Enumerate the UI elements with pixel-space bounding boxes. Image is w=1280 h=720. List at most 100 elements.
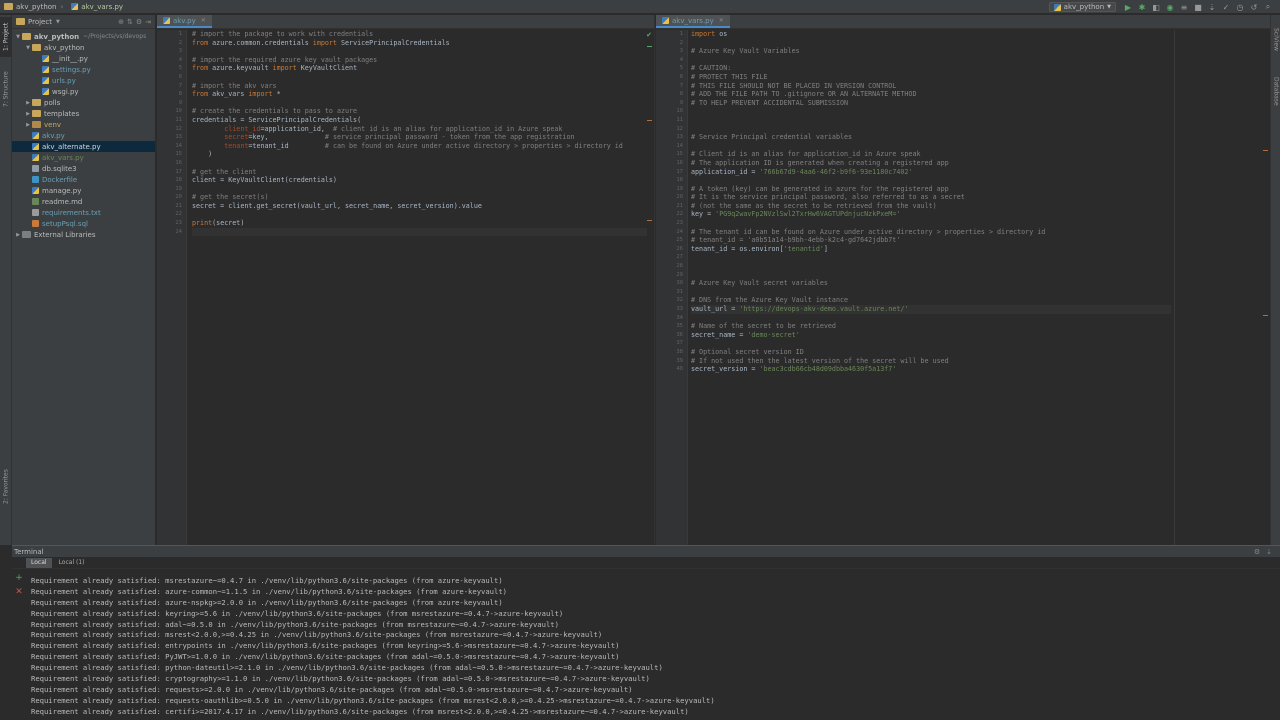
- tree-item[interactable]: ▼ akv_python: [12, 42, 155, 53]
- line-number: 21: [175, 202, 182, 209]
- line-number: 22: [175, 211, 182, 218]
- chevron-right-icon[interactable]: ▶: [24, 111, 32, 117]
- line-number: 19: [676, 185, 683, 192]
- code-token: # PROTECT THIS FILE: [691, 72, 768, 81]
- vcs-update-icon[interactable]: ⇣: [1206, 1, 1218, 13]
- terminal-tab-local-1[interactable]: Local (1): [54, 558, 90, 568]
- code-area[interactable]: import os # Azure Key Vault Variables # CA…: [691, 30, 1171, 374]
- hide-icon[interactable]: ⇥: [145, 18, 151, 26]
- line-number: 17: [175, 168, 182, 175]
- chevron-down-icon[interactable]: ▼: [14, 34, 22, 40]
- chevron-down-icon[interactable]: ▼: [24, 45, 32, 51]
- stop-icon[interactable]: ■: [1192, 1, 1204, 13]
- tree-item[interactable]: akv.py: [12, 130, 155, 141]
- code-area[interactable]: # import the package to work with creden…: [192, 30, 647, 237]
- folder-icon: [32, 99, 41, 106]
- collapse-all-icon[interactable]: ⇅: [127, 18, 133, 26]
- terminal-line: Requirement already satisfied: msrest<2.…: [31, 630, 603, 640]
- tree-item[interactable]: wsgi.py: [12, 86, 155, 97]
- code-line: application_id = '766b67d9-4aa6-46f2-b9f…: [691, 168, 1171, 177]
- tool-tab-sciview[interactable]: SciView: [1271, 23, 1280, 57]
- line-number: 32: [676, 297, 683, 304]
- tool-tab-database[interactable]: Database: [1271, 71, 1280, 111]
- tree-item[interactable]: db.sqlite3: [12, 163, 155, 174]
- line-number: 38: [676, 348, 683, 355]
- gear-icon[interactable]: ⚙: [136, 18, 142, 26]
- close-icon[interactable]: ✕: [201, 17, 206, 24]
- tree-item-label: akv_alternate.py: [42, 142, 101, 151]
- terminal-title: Terminal: [14, 547, 44, 556]
- tree-item[interactable]: ▶ polls: [12, 97, 155, 108]
- line-number: 19: [175, 185, 182, 192]
- tree-item[interactable]: settings.py: [12, 64, 155, 75]
- line-number: 9: [178, 99, 182, 106]
- chevron-down-icon[interactable]: ▼: [56, 19, 60, 25]
- tree-item[interactable]: setupPsql.sql: [12, 218, 155, 229]
- scroll-from-source-icon[interactable]: ⊕: [118, 18, 124, 26]
- chevron-right-icon[interactable]: ▶: [14, 232, 22, 238]
- warning-marker: [647, 120, 652, 121]
- tree-item[interactable]: ▶ venv: [12, 119, 155, 130]
- line-number: 14: [175, 142, 182, 149]
- breadcrumb-project[interactable]: akv_python ›: [0, 0, 67, 14]
- tree-item[interactable]: __init__.py: [12, 53, 155, 64]
- code-line: # Azure Key Vault secret variables: [691, 279, 1171, 288]
- tree-item[interactable]: manage.py: [12, 185, 155, 196]
- profile-icon[interactable]: ◉: [1164, 1, 1176, 13]
- terminal-output[interactable]: Requirement already satisfied: msrestazu…: [31, 576, 715, 718]
- tree-item[interactable]: akv_alternate.py: [12, 141, 155, 152]
- tree-item[interactable]: urls.py: [12, 75, 155, 86]
- tree-item[interactable]: readme.md: [12, 196, 155, 207]
- code-token: import: [691, 30, 720, 38]
- code-line: client_id=application_id, # client id is…: [192, 125, 647, 134]
- code-token: ServicePrincipalCredentials: [340, 38, 450, 47]
- tool-tab-project[interactable]: 1: Project: [0, 17, 12, 57]
- plus-icon[interactable]: +: [15, 573, 23, 583]
- play-icon[interactable]: ▶: [1122, 1, 1134, 13]
- tree-item[interactable]: ▼ akv_python ~/Projects/vs/devops: [12, 31, 155, 42]
- search-everywhere-icon[interactable]: ⌕: [1262, 1, 1274, 13]
- error-stripe[interactable]: [646, 30, 654, 545]
- tree-item[interactable]: ▶ External Libraries: [12, 229, 155, 240]
- code-token: # The tenant id can be found on Azure un…: [691, 227, 1046, 236]
- chevron-right-icon[interactable]: ▶: [24, 100, 32, 106]
- tree-item[interactable]: requirements.txt: [12, 207, 155, 218]
- code-token: KeyVaultClient: [300, 64, 358, 73]
- code-line: tenant_id = os.environ['tenantid']: [691, 245, 1171, 254]
- run-configuration-select[interactable]: akv_python ▼: [1048, 2, 1116, 12]
- vcs-commit-icon[interactable]: ✓: [1220, 1, 1232, 13]
- close-icon[interactable]: ✕: [15, 587, 23, 597]
- line-number: 24: [676, 228, 683, 235]
- code-token: # If not used then the latest version of…: [691, 356, 949, 365]
- code-line: key = 'PG9q2wavFp2NVzlSwl2TxrHw6VAGTUPdn…: [691, 210, 1171, 219]
- terminal-line: Requirement already satisfied: cryptogra…: [31, 674, 650, 684]
- bug-icon[interactable]: ✱: [1136, 1, 1148, 13]
- hide-icon[interactable]: ⇣: [1266, 548, 1272, 556]
- line-number: 20: [175, 194, 182, 201]
- gear-icon[interactable]: ⚙: [1254, 548, 1260, 556]
- editor-tab[interactable]: akv_vars.py ✕: [656, 15, 730, 28]
- breadcrumb-file[interactable]: akv_vars.py: [67, 0, 127, 14]
- coverage-icon[interactable]: ◧: [1150, 1, 1162, 13]
- tree-item[interactable]: ▶ templates: [12, 108, 155, 119]
- code-token: import: [272, 64, 301, 73]
- concurrency-icon[interactable]: ≡: [1178, 1, 1190, 13]
- revert-icon[interactable]: ↺: [1248, 1, 1260, 13]
- terminal-tab-local[interactable]: Local: [26, 557, 52, 568]
- tool-tab-structure[interactable]: 7: Structure: [0, 67, 12, 111]
- line-number: 22: [676, 211, 683, 218]
- editor-tab[interactable]: akv.py ✕: [157, 15, 212, 28]
- code-token: # get the client: [192, 167, 257, 176]
- tool-tab-favorites[interactable]: 2: Favorites: [0, 465, 12, 509]
- code-line: client = KeyVaultClient(credentials): [192, 176, 647, 185]
- close-icon[interactable]: ✕: [719, 17, 724, 24]
- chevron-right-icon[interactable]: ▶: [24, 122, 32, 128]
- tree-item[interactable]: akv_vars.py: [12, 152, 155, 163]
- tree-item[interactable]: Dockerfile: [12, 174, 155, 185]
- project-view-select[interactable]: Project: [28, 18, 52, 26]
- history-icon[interactable]: ◷: [1234, 1, 1246, 13]
- error-stripe[interactable]: [1262, 30, 1270, 545]
